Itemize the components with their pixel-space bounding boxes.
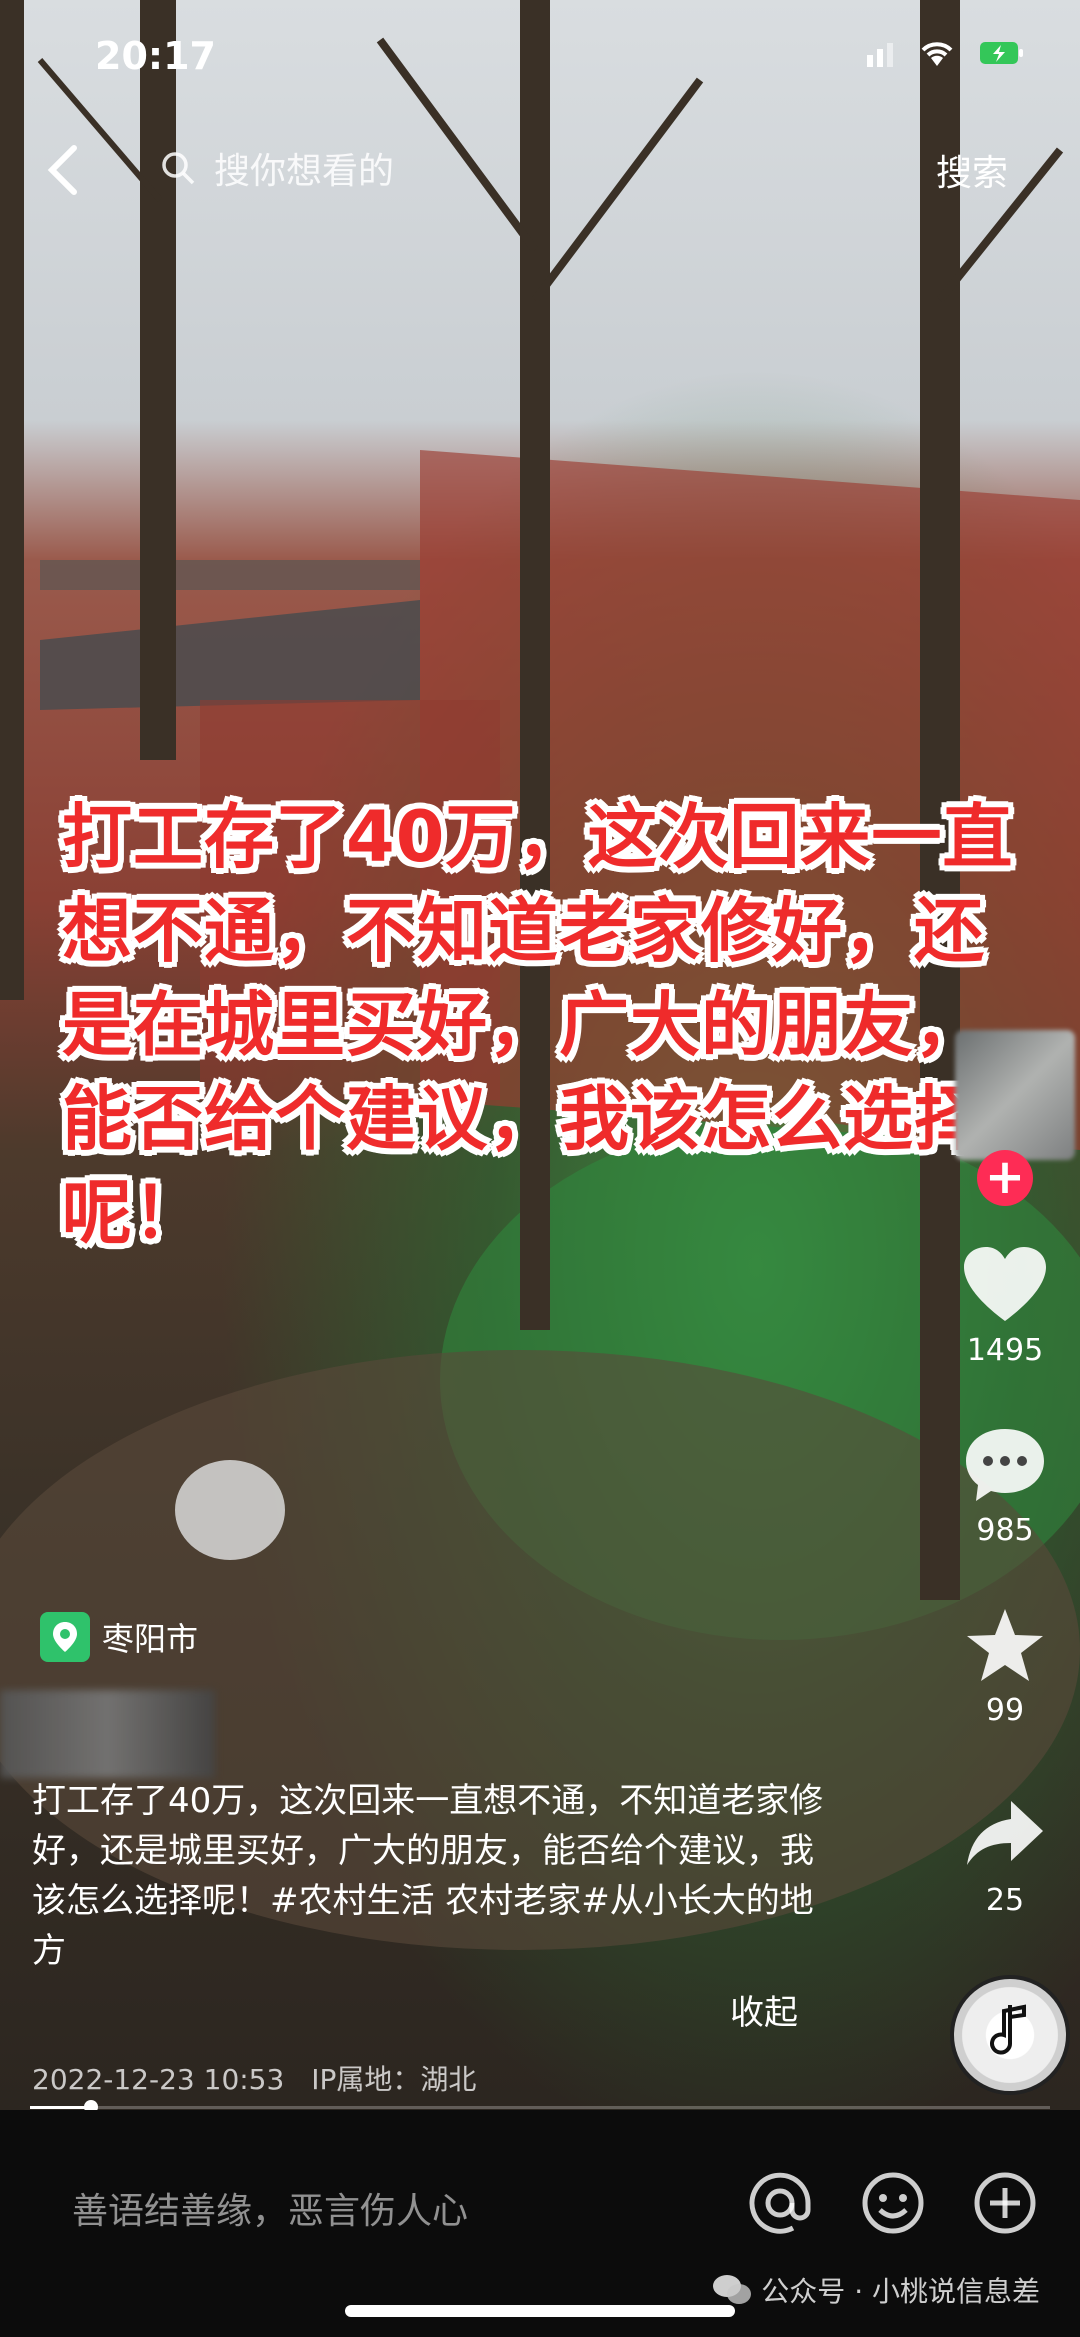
progress-fill [30, 2106, 92, 2109]
video-overlay-caption: 打工存了40万，这次回来一直想不通，不知道老家修好，还是在城里买好，广大的朋友，… [62, 796, 1014, 1254]
location-name: 枣阳市 [102, 1620, 199, 1658]
search-placeholder: 搜你想看的 [214, 151, 395, 192]
back-icon[interactable] [40, 140, 90, 200]
post-timestamp: 2022-12-23 10:53 [32, 2063, 285, 2096]
avatar[interactable] [955, 1030, 1075, 1160]
share-count: 25 [985, 1883, 1025, 1918]
search-input[interactable]: 搜你想看的 [160, 136, 900, 200]
like-count: 1495 [966, 1333, 1044, 1368]
comment-bar: 善语结善缘，恶言伤人心 公众号 · 小桃说信息差 [0, 2110, 1080, 2337]
author-name[interactable] [0, 1690, 215, 1778]
battery-icon [980, 42, 1023, 64]
comment-input[interactable]: 善语结善缘，恶言伤人心 [72, 2182, 468, 2234]
add-icon[interactable] [970, 2168, 1040, 2238]
music-disc-icon[interactable] [950, 1975, 1070, 2095]
follow-plus-icon[interactable]: + [977, 1150, 1033, 1206]
share-button[interactable]: 25 [945, 1795, 1065, 1918]
home-indicator [345, 2305, 735, 2317]
collapse-button[interactable]: 收起 [730, 1985, 798, 2034]
share-icon [967, 1801, 1043, 1865]
signal-icon [867, 43, 893, 67]
comment-count: 985 [976, 1513, 1034, 1548]
progress-knob[interactable] [84, 2100, 99, 2110]
at-icon[interactable] [745, 2168, 815, 2238]
ip-location: IP属地：湖北 [311, 2063, 477, 2096]
watermark-text: 公众号 · 小桃说信息差 [761, 2275, 1040, 2308]
like-button[interactable]: 1495 [945, 1245, 1065, 1368]
location-pin-icon [40, 1612, 90, 1662]
video-player[interactable]: 20:17 搜你想看的 搜索 打工存了40万，这次回来一直想不通，不知道老家修好… [0, 0, 1080, 2110]
search-icon [162, 152, 195, 185]
location-tag[interactable]: 枣阳市 [40, 1612, 198, 1662]
favorite-button[interactable]: 99 [945, 1605, 1065, 1728]
wechat-icon [713, 2275, 752, 2304]
emoji-icon[interactable] [858, 2168, 928, 2238]
heart-icon [964, 1247, 1046, 1321]
comment-icon [966, 1429, 1044, 1501]
watermark: 公众号 · 小桃说信息差 [711, 2270, 1040, 2310]
status-icons [865, 38, 1025, 68]
comment-button[interactable]: 985 [945, 1425, 1065, 1548]
search-bar: 搜你想看的 搜索 [0, 128, 1080, 208]
wifi-icon [921, 42, 953, 66]
video-description: 打工存了40万，这次回来一直想不通，不知道老家修好，还是城里买好，广大的朋友，能… [32, 1781, 824, 1971]
favorite-count: 99 [985, 1693, 1025, 1728]
star-icon [967, 1609, 1043, 1681]
playback-progress[interactable] [30, 2100, 1050, 2110]
search-button[interactable]: 搜索 [936, 144, 1008, 196]
post-meta: 2022-12-23 10:53 IP属地：湖北 [32, 2058, 476, 2098]
status-time: 20:17 [95, 34, 216, 78]
